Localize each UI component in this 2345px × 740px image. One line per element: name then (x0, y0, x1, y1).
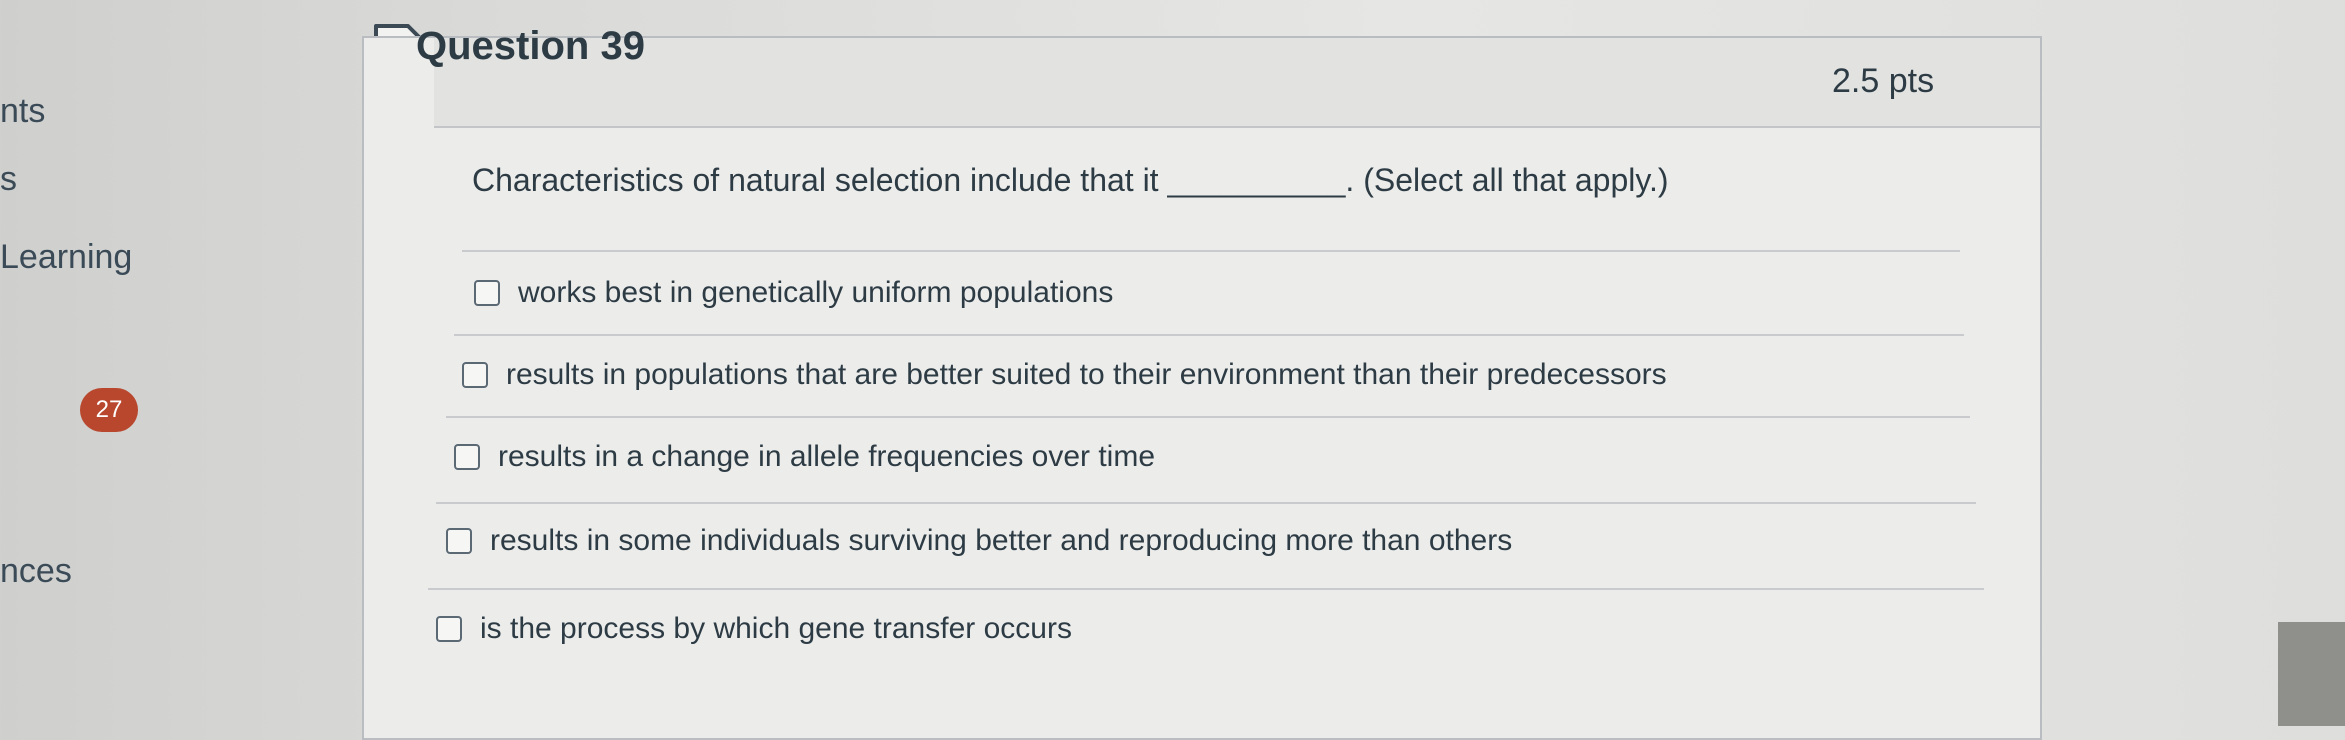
question-title: Question 39 (416, 24, 645, 68)
checkbox-icon[interactable] (436, 616, 462, 642)
divider (462, 250, 1960, 252)
sidebar-item-nts[interactable]: nts (0, 92, 45, 131)
answer-option-2[interactable]: results in populations that are better s… (462, 358, 1667, 392)
course-nav-sidebar: nts s Learning 27 nces (0, 0, 240, 726)
checkbox-icon[interactable] (462, 362, 488, 388)
answer-option-3[interactable]: results in a change in allele frequencie… (454, 440, 1155, 474)
option-label: results in some individuals surviving be… (490, 524, 1513, 557)
sidebar-item-s[interactable]: s (0, 160, 17, 199)
divider (446, 416, 1970, 418)
option-label: is the process by which gene transfer oc… (480, 612, 1072, 645)
sidebar-item-nces[interactable]: nces (0, 552, 72, 591)
question-prompt: Characteristics of natural selection inc… (472, 162, 1669, 198)
question-header (434, 38, 2040, 128)
checkbox-icon[interactable] (446, 528, 472, 554)
option-label: results in a change in allele frequencie… (498, 440, 1156, 473)
divider (454, 334, 1964, 336)
answer-option-1[interactable]: works best in genetically uniform popula… (474, 276, 1113, 310)
divider (436, 502, 1976, 504)
option-label: works best in genetically uniform popula… (518, 276, 1114, 309)
question-points: 2.5 pts (1832, 62, 1935, 100)
background-edge (2278, 622, 2345, 726)
notification-badge: 27 (80, 388, 138, 432)
divider (428, 588, 1984, 590)
checkbox-icon[interactable] (474, 280, 500, 306)
option-label: results in populations that are better s… (506, 358, 1667, 391)
checkbox-icon[interactable] (454, 444, 480, 470)
answer-option-5[interactable]: is the process by which gene transfer oc… (436, 612, 1072, 646)
sidebar-item-learning[interactable]: Learning (0, 238, 132, 277)
answer-option-4[interactable]: results in some individuals surviving be… (446, 524, 1512, 558)
